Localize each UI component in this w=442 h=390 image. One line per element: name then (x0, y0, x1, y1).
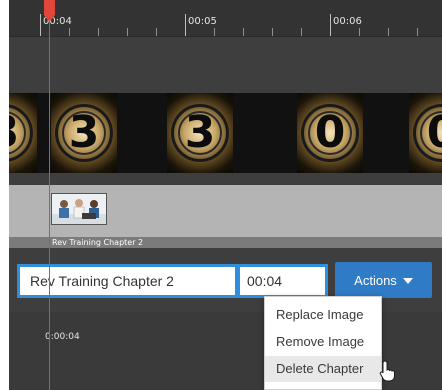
playhead-handle-icon[interactable] (44, 0, 55, 22)
menu-item-remove-image[interactable]: Remove Image (265, 329, 381, 355)
ruler-tick-label: 00:06 (333, 16, 362, 27)
countdown-digit: 0 (314, 107, 346, 158)
ruler-minor-tick (127, 28, 128, 36)
video-filmstrip[interactable]: 3 3 3 0 0 (9, 93, 442, 173)
countdown-digit: 0 (409, 109, 442, 157)
ruler-minor-tick (417, 28, 418, 36)
chapter-time-input[interactable] (237, 264, 328, 298)
ruler-minor-tick (98, 28, 99, 36)
chapter-marker-label[interactable]: Rev Training Chapter 2 (52, 238, 143, 247)
menu-item-replace-image[interactable]: Replace Image (265, 302, 381, 328)
countdown-digit: 3 (68, 107, 100, 158)
chapter-thumbnail[interactable] (51, 193, 107, 225)
actions-button-label: Actions (354, 272, 397, 288)
ruler-minor-tick (69, 28, 70, 36)
film-frame: 0 (409, 93, 442, 173)
ruler-minor-tick (359, 28, 360, 36)
film-frame: 0 (297, 93, 363, 173)
actions-dropdown-menu: Replace Image Remove Image Delete Chapte… (264, 296, 382, 390)
chapter-name-input[interactable] (17, 264, 238, 298)
ruler-tick-label: 00:05 (188, 16, 217, 27)
countdown-digit: 3 (184, 107, 216, 158)
hand-pointer-cursor-icon (379, 360, 395, 382)
ruler-minor-tick (272, 28, 273, 36)
chapter-track[interactable] (9, 185, 442, 237)
playhead-time-readout: 0:00:04 (45, 332, 80, 342)
ruler-minor-tick (301, 28, 302, 36)
film-frame: 3 (167, 93, 233, 173)
menu-item-delete-chapter[interactable]: Delete Chapter (265, 356, 381, 382)
film-frame: 3 (51, 93, 117, 173)
actions-button[interactable]: Actions (335, 262, 432, 298)
chapter-thumbnail-image-icon (52, 194, 106, 224)
timeline-ruler[interactable]: 00:04 00:05 00:06 (9, 0, 442, 37)
ruler-minor-tick (156, 28, 157, 36)
ruler-minor-tick (243, 28, 244, 36)
timeline-editor: 00:04 00:05 00:06 3 3 0 Rev Training Cha… (9, 0, 442, 390)
screenshot-frame: 00:04 00:05 00:06 3 3 0 Rev Training Cha… (0, 0, 442, 390)
ruler-major-tick (330, 14, 331, 36)
ruler-major-tick (185, 14, 186, 36)
ruler-minor-tick (388, 28, 389, 36)
film-frame: 3 (9, 93, 37, 173)
ruler-minor-tick (214, 28, 215, 36)
ruler-major-tick (40, 14, 41, 36)
playhead-line[interactable] (49, 10, 50, 390)
caret-down-icon (402, 278, 413, 284)
countdown-digit: 3 (9, 109, 37, 157)
